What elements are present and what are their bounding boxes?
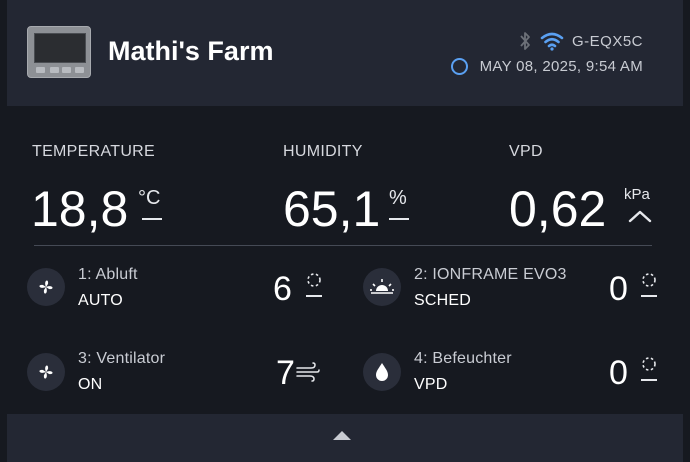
device-button [75,67,84,73]
dashed-circle-icon [306,273,322,297]
wifi-icon [540,32,564,51]
device-id: G-EQX5C [571,32,643,50]
expand-up-icon[interactable] [333,431,351,440]
temperature-label: TEMPERATURE [32,143,156,160]
humidity-unit: % [389,187,407,209]
wind-icon [296,362,320,382]
fan-icon[interactable] [27,268,65,306]
fan-glyph [39,280,53,294]
trend-up-icon [628,210,652,223]
port-4-name: 4: Befeuchter [414,350,512,367]
dashed-circle-icon [641,273,657,297]
device-button [62,67,71,73]
port-4-mode[interactable]: VPD [414,376,448,394]
clock-icon [450,58,468,75]
port-3-mode[interactable]: ON [78,376,102,394]
sunrise-glyph [370,279,394,294]
device-button [36,67,45,73]
vpd-unit: kPa [624,186,650,203]
connection-status: G-EQX5C [518,30,643,52]
dashed-circle-icon [641,357,657,381]
device-screen [34,33,86,63]
port-1-mode[interactable]: AUTO [78,292,123,310]
port-4-level[interactable]: 0 [609,354,628,393]
port-1-name: 1: Abluft [78,266,138,283]
temperature-unit: °C [138,187,161,209]
divider [34,245,652,246]
port-2-level[interactable]: 0 [609,270,628,309]
fan-icon[interactable] [27,353,65,391]
humidity-label: HUMIDITY [283,143,363,160]
datetime: MAY 08, 2025, 9:54 AM [479,58,643,75]
droplet-icon[interactable] [363,353,401,391]
farm-title[interactable]: Mathi's Farm [108,36,273,67]
humidity-value[interactable]: 65,1 [283,180,380,238]
header-bar: Mathi's Farm G-EQX5C MAY 08, 2025, 9:54 … [7,0,683,106]
bluetooth-icon [520,32,530,50]
device-thumbnail[interactable] [27,26,91,78]
port-3-name: 3: Ventilator [78,350,166,367]
port-3-level[interactable]: 7 [276,354,295,393]
droplet-glyph [376,363,388,381]
temperature-value[interactable]: 18,8 [31,180,128,238]
humidity-unit-bar [389,218,409,220]
port-2-mode[interactable]: SCHED [414,292,471,310]
port-1-level[interactable]: 6 [273,270,292,309]
temperature-unit-bar [142,218,162,220]
vpd-label: VPD [509,143,543,160]
port-2-name: 2: IONFRAME EVO3 [414,266,567,283]
time-status: MAY 08, 2025, 9:54 AM [450,58,643,75]
sunrise-icon[interactable] [363,268,401,306]
device-button [50,67,59,73]
fan-glyph [39,365,53,379]
vpd-value[interactable]: 0,62 [509,180,606,238]
